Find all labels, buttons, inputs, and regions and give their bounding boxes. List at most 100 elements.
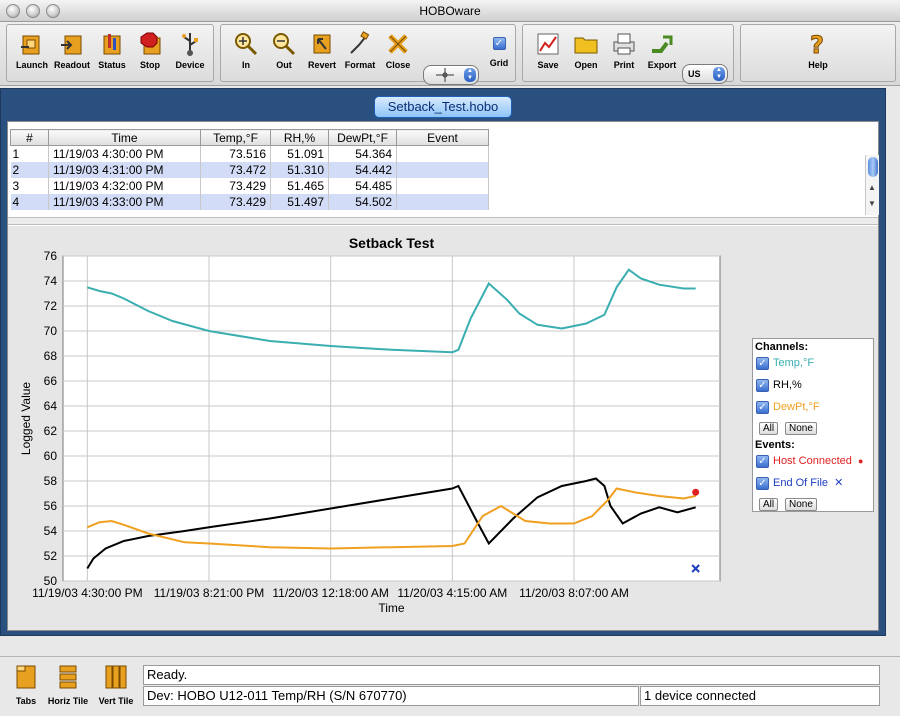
minimize-window-button[interactable] [26,4,40,18]
zoom-in-button[interactable]: In [225,29,267,79]
close-x-icon [388,34,408,54]
print-button[interactable]: Print [603,29,645,79]
export-button[interactable]: Export [641,29,683,79]
zoom-in-icon [235,33,258,56]
column-header-time[interactable]: Time [48,129,201,146]
x-tick-label: 11/20/03 12:18:00 AM [272,586,389,600]
y-tick-label: 58 [44,474,58,488]
status-icon [103,34,121,55]
scroll-up-icon[interactable]: ▲ [868,183,876,192]
channels-all-button[interactable]: All [759,422,779,435]
pane-splitter[interactable] [8,217,878,225]
zoom-out-button[interactable]: Out [263,29,305,79]
x-tick-label: 11/20/03 4:15:00 AM [397,586,507,600]
close-window-button[interactable] [6,4,20,18]
help-toolbar-group: ? Help [740,24,896,82]
chart-panel: 50 52 54 56 58 60 62 64 66 68 70 72 74 76 11/19/03 4:3… [8,226,878,630]
title-bar: HOBOware [0,0,900,22]
y-tick-label: 70 [44,324,58,338]
legend-channel-dewpt[interactable]: ✓ DewPt,°F [756,399,820,415]
scrollbar-thumb[interactable] [868,157,878,177]
column-header-temp[interactable]: Temp,°F [200,129,271,146]
help-question-icon: ? [810,31,825,57]
zoom-window-button[interactable] [46,4,60,18]
tabs-icon [16,665,36,689]
table-row[interactable]: 3 11/19/03 4:32:00 PM 73.429 51.465 54.4… [10,177,489,194]
device-toolbar-group: Launch Readout Status Stop Device [6,24,214,82]
y-tick-label: 64 [44,399,58,413]
revert-button[interactable]: Revert [301,29,343,79]
save-button[interactable]: Save [527,29,569,79]
launch-button[interactable]: Launch [11,29,53,79]
open-button[interactable]: Open [565,29,607,79]
readout-button[interactable]: Readout [51,29,93,79]
y-tick-label: 74 [44,274,58,288]
table-row[interactable]: 4 11/19/03 4:33:00 PM 73.429 51.497 54.5… [10,193,489,210]
legend-channel-temp[interactable]: ✓ Temp,°F [756,355,814,371]
events-all-button[interactable]: All [759,498,779,511]
column-header-rh[interactable]: RH,% [270,129,329,146]
table-row[interactable]: 2 11/19/03 4:31:00 PM 73.472 51.310 54.4… [10,161,489,178]
device-button[interactable]: Device [169,29,211,79]
table-scrollbar[interactable]: ▲ ▼ [865,155,879,215]
y-tick-label: 68 [44,349,58,363]
document-tab[interactable]: Setback_Test.hobo [374,96,512,118]
bottom-bar: Tabs Horiz Tile Vert Tile Ready. Dev: HO… [0,656,900,716]
grid-toggle[interactable]: ✓ Grid [481,29,517,79]
cursor-mode-select[interactable]: ▲ ▼ [423,65,479,85]
channels-none-button[interactable]: None [785,422,817,435]
usb-device-icon [182,33,198,56]
y-tick-label: 60 [44,449,58,463]
vert-tile-button[interactable]: Vert Tile [92,663,140,715]
checkbox-checked-icon: ✓ [756,454,769,468]
legend-events-title: Events: [755,439,795,451]
y-tick-label: 66 [44,374,58,388]
column-header-event[interactable]: Event [396,129,489,146]
svg-text:?: ? [810,31,824,57]
legend-event-host-connected[interactable]: ✓ Host Connected ● [756,453,863,469]
stop-button[interactable]: Stop [129,29,171,79]
status-message: Ready. [143,665,880,685]
events-none-button[interactable]: None [785,498,817,511]
table-row[interactable]: 1 11/19/03 4:30:00 PM 73.516 51.091 54.3… [10,145,489,162]
event-x-icon: ✕ [834,477,844,489]
legend-channels-title: Channels: [755,341,809,353]
status-button[interactable]: Status [91,29,133,79]
export-icon [652,35,673,53]
event-marker-0 [692,488,700,496]
line-chart: 505254565860626466687072747611/19/03 4:3… [19,235,721,615]
x-tick-label: 11/19/03 4:30:00 PM [32,586,143,600]
help-button[interactable]: ? Help [797,29,839,79]
launch-icon [21,35,40,55]
tabs-button[interactable]: Tabs [2,663,50,715]
y-tick-label: 62 [44,424,58,438]
save-chart-icon [537,33,559,55]
chart-title: Setback Test [349,235,435,251]
units-select[interactable]: US ▲ ▼ [682,64,728,84]
y-tick-label: 76 [44,249,58,263]
checkbox-checked-icon: ✓ [756,400,769,414]
y-tick-label: 72 [44,299,58,313]
format-button[interactable]: Format [339,29,381,79]
x-tick-label: 11/20/03 8:07:00 AM [519,586,629,600]
x-tick-label: 11/19/03 8:21:00 PM [154,586,265,600]
horiz-tile-button[interactable]: Horiz Tile [44,663,92,715]
device-info: Dev: HOBO U12-011 Temp/RH (S/N 670770) [143,686,639,706]
document-content: # Time Temp,°F RH,% DewPt,°F Event 1 11/… [7,121,879,631]
grid-checkbox-icon: ✓ [492,37,506,50]
column-header-index[interactable]: # [10,129,49,146]
chart-legend: Channels: ✓ Temp,°F ✓ RH,% ✓ DewPt,°F All N… [752,338,874,512]
legend-channel-rh[interactable]: ✓ RH,% [756,377,802,393]
x-axis-label: Time [378,601,405,615]
y-tick-label: 52 [44,549,58,563]
window-title: HOBOware [419,4,481,18]
toolbar: Launch Readout Status Stop Device In Out [0,22,900,86]
column-header-dewpt[interactable]: DewPt,°F [328,129,397,146]
readout-icon [61,35,82,55]
vert-tile-icon [105,665,127,689]
scroll-down-icon[interactable]: ▼ [868,199,876,208]
y-tick-label: 56 [44,499,58,513]
close-graph-button[interactable]: Close [377,29,419,79]
crosshair-icon [436,68,454,82]
legend-event-end-of-file[interactable]: ✓ End Of File ✕ [756,475,843,491]
